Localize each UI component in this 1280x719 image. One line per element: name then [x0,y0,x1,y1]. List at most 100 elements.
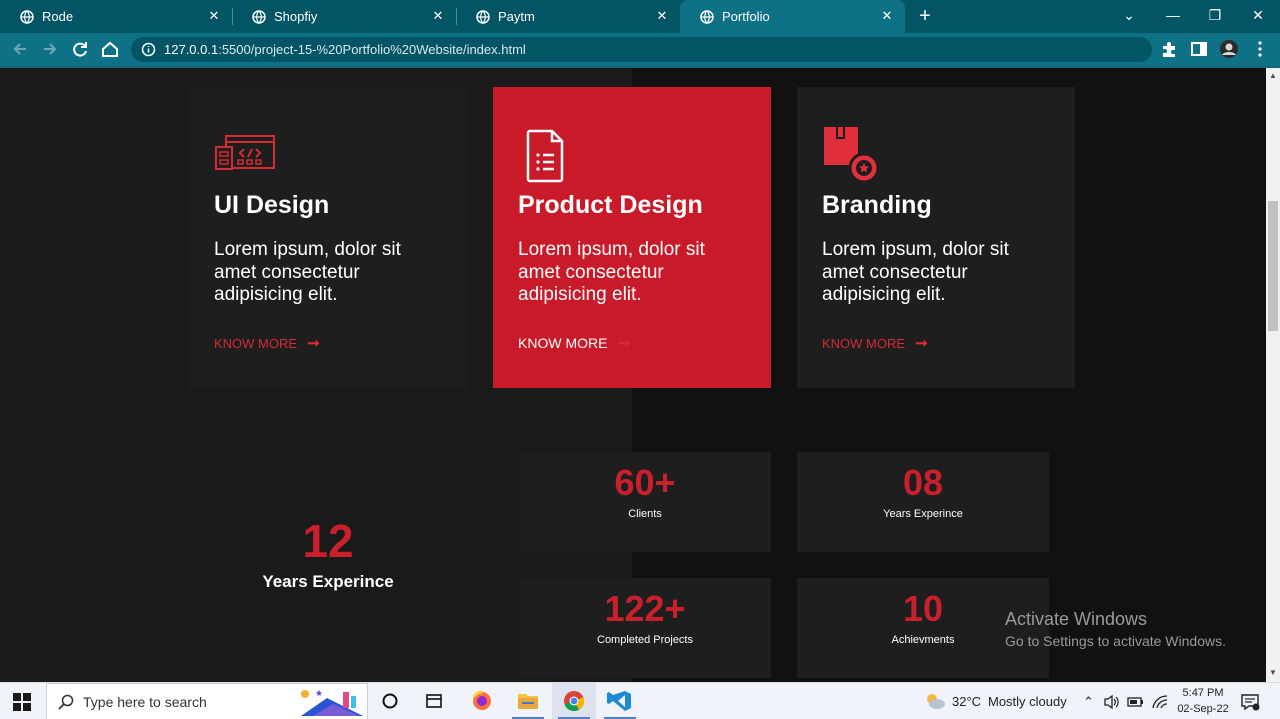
tab-label: Shopfiy [274,9,318,24]
search-highlight-illustration [293,686,367,718]
stat-label: Clients [628,508,662,520]
speaker-icon[interactable] [1103,694,1121,710]
search-icon [58,694,74,710]
wifi-icon[interactable] [1151,694,1169,710]
know-more-label: KNOW MORE [822,335,906,351]
battery-icon[interactable] [1127,696,1145,708]
stat-card-projects: 122+ Completed Projects [519,578,771,678]
profile-avatar[interactable] [1218,38,1240,60]
watermark-title: Activate Windows [1005,609,1148,629]
service-title: Branding [822,191,932,219]
minimize-button[interactable]: — [1151,0,1195,30]
reload-icon[interactable] [69,38,91,60]
search-placeholder: Type here to search [83,694,207,710]
close-tab-icon[interactable]: ✕ [206,8,222,24]
restore-button[interactable]: ❐ [1193,0,1237,30]
windows-taskbar: Type here to search 32°C Mostly cloudy ⌃… [0,682,1280,719]
service-card-branding: Branding Lorem ipsum, dolor sit amet con… [797,87,1075,388]
tab-portfolio[interactable]: Portfolio ✕ [680,0,905,33]
document-list-icon [526,129,564,183]
stat-label: Years Experince [883,508,963,520]
address-bar[interactable]: 127.0.0.1:5500/project-15-%20Portfolio%2… [131,37,1152,62]
site-info-icon[interactable] [141,42,156,57]
service-title: UI Design [214,191,330,219]
globe-icon [20,9,34,24]
side-panel-icon[interactable] [1188,38,1210,60]
vscode-icon [607,691,631,711]
close-tab-icon[interactable]: ✕ [654,8,670,24]
url-text[interactable]: 127.0.0.1:5500/project-15-%20Portfolio%2… [164,42,526,57]
know-more-link[interactable]: KNOW MORE ➞ [822,334,928,352]
arrow-right-icon: ➞ [307,335,320,352]
system-clock[interactable]: 5:47 PM 02-Sep-22 [1172,685,1234,717]
tab-paytm[interactable]: Paytm ✕ [456,0,680,33]
notification-center-icon[interactable] [1240,692,1260,712]
home-icon[interactable] [99,38,121,60]
tab-rode[interactable]: Rode ✕ [0,0,232,33]
close-tab-icon[interactable]: ✕ [879,8,895,24]
cortana-button[interactable] [368,683,412,719]
scroll-up-arrow-icon[interactable]: ▲ [1269,71,1277,80]
web-design-icon [215,135,275,170]
url-host: 127.0.0.1 [164,42,219,57]
globe-icon [700,9,714,24]
weather-description[interactable]: Mostly cloudy [988,683,1067,719]
clock-date: 02-Sep-22 [1177,703,1229,715]
folder-icon [518,694,538,709]
stat-number: 08 [902,462,944,503]
know-more-link[interactable]: KNOW MORE ➞ [518,334,630,352]
scrollbar-thumb[interactable] [1268,201,1278,331]
extensions-puzzle-icon[interactable] [1158,38,1180,60]
service-description: Lorem ipsum, dolor sit amet consectetur … [214,239,401,305]
task-view-button[interactable] [412,683,456,719]
know-more-label: KNOW MORE [214,335,298,351]
service-description: Lorem ipsum, dolor sit amet consectetur … [822,239,1009,305]
vscode-taskbar-app[interactable] [598,683,642,719]
experience-label: Years Experince [262,572,394,591]
menu-kebab-icon[interactable] [1249,38,1271,60]
close-tab-icon[interactable]: ✕ [430,8,446,24]
cortana-circle-icon [382,693,398,709]
arrow-right-icon: ➞ [617,335,631,352]
taskbar-search-box[interactable]: Type here to search [46,683,368,719]
tab-label: Rode [42,9,74,24]
tab-label: Paytm [498,9,535,24]
clock-time: 5:47 PM [1182,687,1224,699]
portfolio-page: UI Design Lorem ipsum, dolor sit amet co… [0,68,1266,682]
back-arrow-icon[interactable] [9,38,31,60]
watermark-subtitle: Go to Settings to activate Windows. [1005,633,1226,649]
know-more-link[interactable]: KNOW MORE ➞ [214,334,320,352]
stat-number: 60+ [614,462,676,503]
close-window-button[interactable]: ✕ [1236,0,1280,30]
experience-number: 12 [302,515,354,567]
globe-icon [476,9,490,24]
windows-start-icon[interactable] [12,692,32,712]
service-card-product-design: Product Design Lorem ipsum, dolor sit am… [493,87,771,388]
weather-cloudy-icon[interactable] [923,691,947,711]
url-path: :5500/project-15-%20Portfolio%20Website/… [218,42,526,57]
tab-shopfiy[interactable]: Shopfiy ✕ [232,0,456,33]
service-description: Lorem ipsum, dolor sit amet consectetur … [518,239,705,305]
tab-search-button[interactable]: ⌄ [1107,0,1151,30]
service-title: Product Design [518,191,703,219]
service-card-ui-design: UI Design Lorem ipsum, dolor sit amet co… [189,87,467,388]
scroll-down-arrow-icon[interactable]: ▼ [1269,668,1277,677]
new-tab-button[interactable]: + [914,5,936,27]
stat-number: 122+ [604,588,686,629]
firefox-icon [472,690,491,710]
chrome-taskbar-app[interactable] [552,683,596,719]
chevron-up-icon[interactable]: ⌃ [1083,683,1094,719]
firefox-taskbar-app[interactable] [460,683,504,719]
forward-arrow-icon[interactable] [39,38,61,60]
know-more-label: KNOW MORE [518,335,608,351]
page-scrollbar[interactable]: ▲ ▼ [1266,68,1280,682]
file-explorer-taskbar-app[interactable] [506,683,550,719]
task-view-icon [426,694,442,708]
browser-tab-strip: Rode ✕ Shopfiy ✕ Paytm ✕ Portfolio ✕ + ⌄… [0,0,1280,33]
stat-card-clients: 60+ Clients [519,452,771,552]
weather-temperature[interactable]: 32°C [952,683,981,719]
chrome-icon [564,691,585,712]
branding-badge-icon [824,127,880,184]
experience-highlight: 12 Years Experince [189,518,467,592]
stat-label: Completed Projects [597,634,693,646]
